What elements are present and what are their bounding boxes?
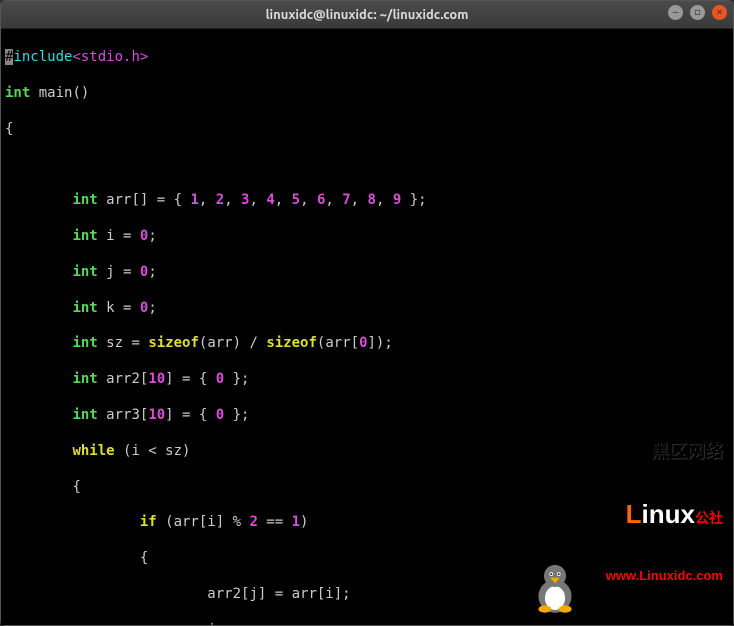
code-line: int arr2[10] = { 0 }; bbox=[5, 371, 729, 389]
code-line: int sz = sizeof(arr) / sizeof(arr[0]); bbox=[5, 335, 729, 353]
code-line: int i = 0; bbox=[5, 228, 729, 246]
code-line: #include<stdio.h> bbox=[5, 49, 729, 67]
titlebar: linuxidc@linuxidc: ~/linuxidc.com – ◻ × bbox=[1, 1, 733, 29]
code-line: { bbox=[5, 479, 729, 497]
minimize-button[interactable]: – bbox=[668, 5, 683, 20]
close-button[interactable]: × bbox=[712, 5, 727, 20]
code-line: arr2[j] = arr[i]; bbox=[5, 586, 729, 604]
terminal-area[interactable]: #include<stdio.h> int main() { int arr[]… bbox=[1, 29, 733, 625]
code-line: { bbox=[5, 121, 729, 139]
watermark-url: www.Linuxidc.com bbox=[606, 568, 723, 585]
maximize-button[interactable]: ◻ bbox=[690, 5, 705, 20]
code-line: while (i < sz) bbox=[5, 443, 729, 461]
code-line: if (arr[i] % 2 == 1) bbox=[5, 514, 729, 532]
code-line: int arr3[10] = { 0 }; bbox=[5, 407, 729, 425]
window-title: linuxidc@linuxidc: ~/linuxidc.com bbox=[266, 8, 469, 22]
code-line: j++; bbox=[5, 622, 729, 625]
window-controls: – ◻ × bbox=[668, 5, 727, 20]
code-line: int k = 0; bbox=[5, 300, 729, 318]
code-line: { bbox=[5, 550, 729, 568]
code-line: int j = 0; bbox=[5, 264, 729, 282]
code-line: int main() bbox=[5, 85, 729, 103]
code-line: int arr[] = { 1, 2, 3, 4, 5, 6, 7, 8, 9 … bbox=[5, 192, 729, 210]
code-blank bbox=[5, 156, 729, 174]
